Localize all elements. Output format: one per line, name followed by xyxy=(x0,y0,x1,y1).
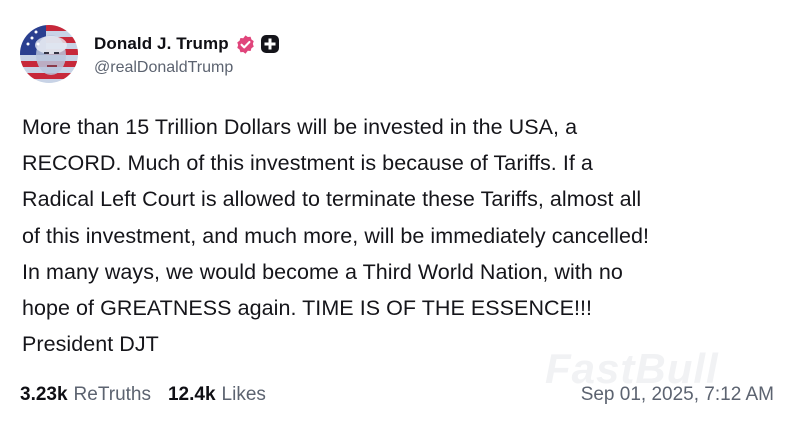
likes-stat[interactable]: 12.4k Likes xyxy=(168,384,266,406)
retruths-count: 3.23k xyxy=(20,384,68,405)
truth-post: Donald J. Trump @realDonaldTrump More th… xyxy=(0,0,796,427)
name-row: Donald J. Trump xyxy=(94,31,280,57)
post-timestamp[interactable]: Sep 01, 2025, 7:12 AM xyxy=(581,384,774,406)
likes-count: 12.4k xyxy=(167,384,216,405)
post-header: Donald J. Trump @realDonaldTrump xyxy=(20,25,280,83)
likes-label: Likes xyxy=(221,384,266,405)
verified-badge-icon xyxy=(235,34,256,55)
author-handle[interactable]: @realDonaldTrump xyxy=(94,59,280,77)
retruths-label: ReTruths xyxy=(73,384,151,405)
avatar-image xyxy=(20,25,78,83)
retruths-stat[interactable]: 3.23k ReTruths xyxy=(20,384,151,406)
avatar[interactable] xyxy=(20,25,78,83)
author-names: Donald J. Trump @realDonaldTrump xyxy=(94,31,280,77)
author-display-name[interactable]: Donald J. Trump xyxy=(94,34,229,54)
plus-badge-icon xyxy=(260,34,280,54)
post-text: More than 15 Trillion Dollars will be in… xyxy=(22,115,650,357)
post-stats: 3.23k ReTruths 12.4k Likes xyxy=(20,384,283,406)
